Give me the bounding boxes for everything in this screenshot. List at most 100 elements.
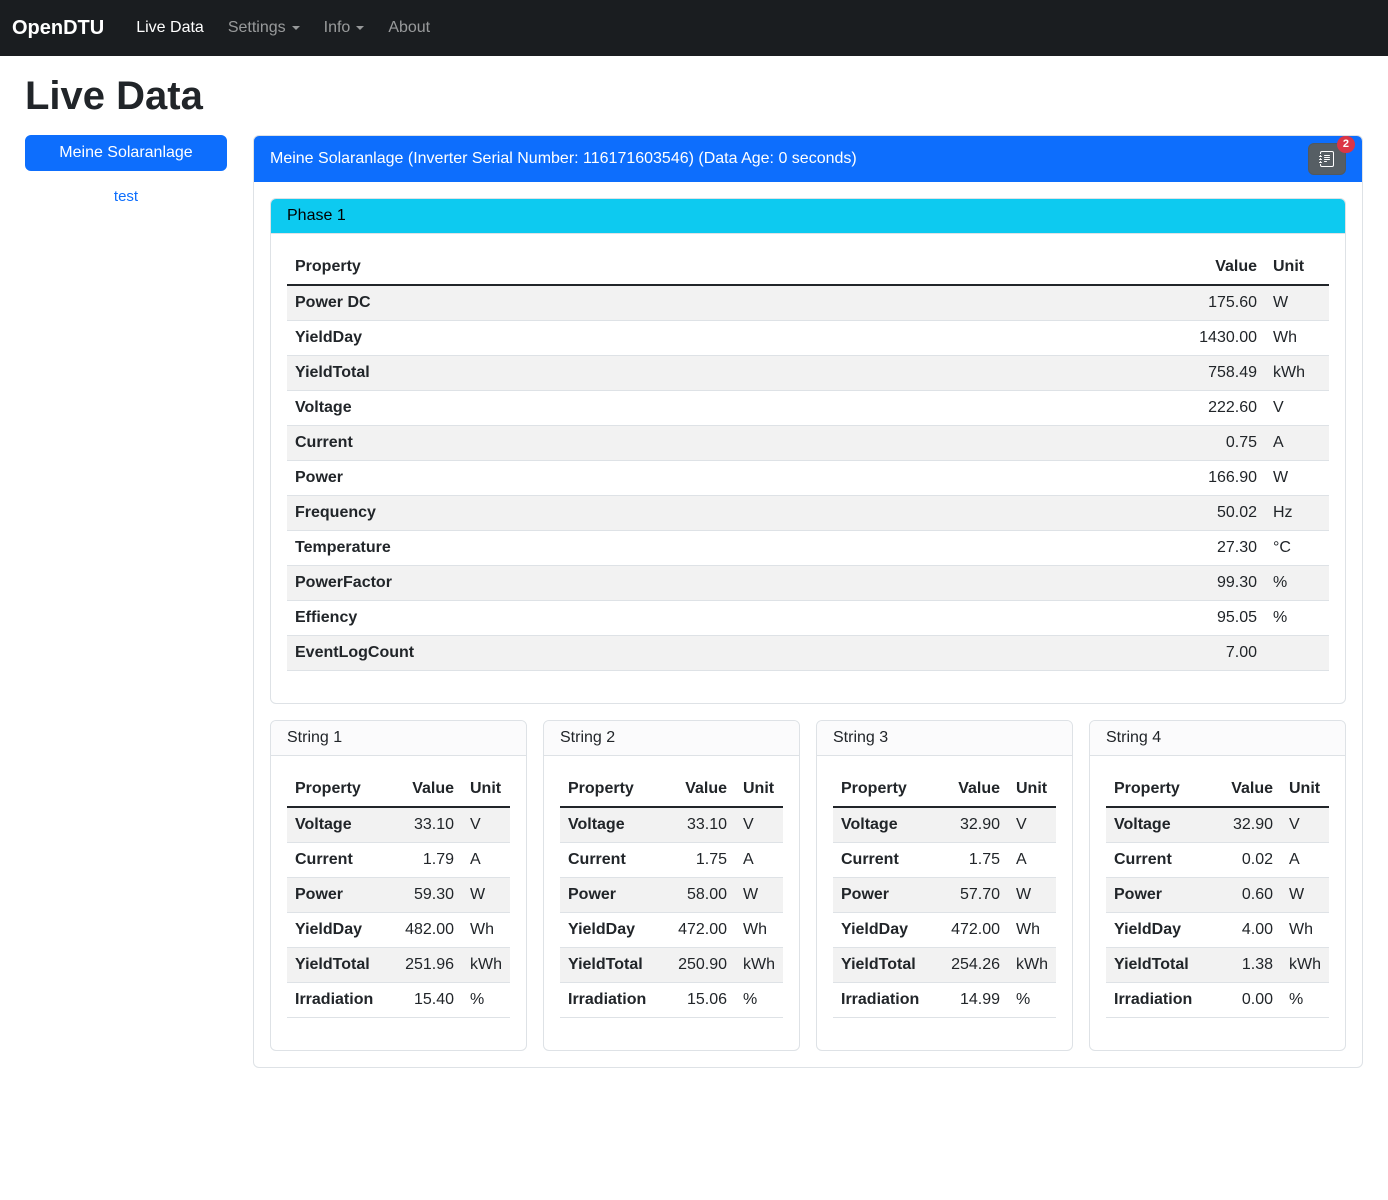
property-cell: YieldTotal (287, 948, 384, 983)
navbar: OpenDTU Live Data Settings Info About (0, 0, 1388, 56)
table-row: Irradiation 15.06 % (560, 983, 783, 1018)
page-container: Live Data Meine Solaranlage test Meine S… (0, 74, 1388, 1078)
string-card: String 2 Property Value Unit Voltage 33.… (543, 720, 800, 1051)
table-row: Current 1.75 A (560, 843, 783, 878)
page-title: Live Data (25, 74, 1363, 119)
value-cell: 250.90 (657, 948, 735, 983)
chevron-down-icon (292, 26, 300, 30)
table-row: YieldTotal 758.49 kWh (287, 356, 1329, 391)
table-row: Irradiation 14.99 % (833, 983, 1056, 1018)
value-cell: 1.38 (1203, 948, 1281, 983)
string-card: String 3 Property Value Unit Voltage 32.… (816, 720, 1073, 1051)
unit-cell: W (1265, 461, 1329, 496)
table-row: Temperature 27.30 °C (287, 531, 1329, 566)
nav-item-info[interactable]: Info (312, 11, 377, 45)
string-card: String 4 Property Value Unit Voltage 32.… (1089, 720, 1346, 1051)
table-row: Power DC 175.60 W (287, 285, 1329, 321)
property-cell: YieldDay (287, 321, 1125, 356)
string-card-body: Property Value Unit Voltage 32.90 V Curr… (1090, 756, 1345, 1050)
table-header-row: Property Value Unit (287, 772, 510, 807)
value-cell: 15.06 (657, 983, 735, 1018)
unit-cell: % (1265, 566, 1329, 601)
unit-cell: % (735, 983, 783, 1018)
value-cell: 0.60 (1203, 878, 1281, 913)
inverter-link-test[interactable]: test (114, 188, 138, 205)
value-cell: 482.00 (384, 913, 462, 948)
property-cell: Power (560, 878, 657, 913)
unit-cell: % (1281, 983, 1329, 1018)
table-row: EventLogCount 7.00 (287, 636, 1329, 671)
table-row: Voltage 32.90 V (1106, 807, 1329, 843)
navbar-menu: Live Data Settings Info About (124, 11, 442, 45)
property-cell: YieldTotal (560, 948, 657, 983)
column-header-unit: Unit (462, 772, 510, 807)
table-row: Current 0.02 A (1106, 843, 1329, 878)
table-row: Irradiation 15.40 % (287, 983, 510, 1018)
value-cell: 472.00 (657, 913, 735, 948)
unit-cell: Hz (1265, 496, 1329, 531)
column-header-value: Value (384, 772, 462, 807)
value-cell: 7.00 (1125, 636, 1265, 671)
table-row: Current 1.79 A (287, 843, 510, 878)
property-cell: YieldTotal (833, 948, 930, 983)
table-row: YieldDay 482.00 Wh (287, 913, 510, 948)
table-row: Power 166.90 W (287, 461, 1329, 496)
table-row: Irradiation 0.00 % (1106, 983, 1329, 1018)
column-header-unit: Unit (1008, 772, 1056, 807)
unit-cell: kWh (735, 948, 783, 983)
unit-cell: % (1265, 601, 1329, 636)
table-row: YieldTotal 251.96 kWh (287, 948, 510, 983)
unit-cell: kWh (1281, 948, 1329, 983)
inverter-select-button[interactable]: Meine Solaranlage (25, 135, 227, 171)
property-cell: Irradiation (1106, 983, 1203, 1018)
phase-card-body: Property Value Unit Power DC 175.60 W Yi… (271, 234, 1345, 703)
eventlog-count-badge: 2 (1337, 136, 1355, 153)
phase-card-title: Phase 1 (271, 199, 1345, 234)
unit-cell: kWh (1265, 356, 1329, 391)
column-header-value: Value (657, 772, 735, 807)
property-cell: Power DC (287, 285, 1125, 321)
value-cell: 758.49 (1125, 356, 1265, 391)
property-cell: Voltage (287, 807, 384, 843)
eventlog-button[interactable]: 2 (1308, 143, 1346, 175)
property-cell: EventLogCount (287, 636, 1125, 671)
app-brand[interactable]: OpenDTU (12, 17, 104, 40)
nav-item-live-data[interactable]: Live Data (124, 11, 216, 45)
string-card-title: String 4 (1090, 721, 1345, 756)
column-header-value: Value (1203, 772, 1281, 807)
property-cell: Frequency (287, 496, 1125, 531)
unit-cell: Wh (1281, 913, 1329, 948)
property-cell: Voltage (833, 807, 930, 843)
value-cell: 33.10 (657, 807, 735, 843)
unit-cell: A (735, 843, 783, 878)
value-cell: 251.96 (384, 948, 462, 983)
value-cell: 1.79 (384, 843, 462, 878)
nav-item-about[interactable]: About (376, 11, 442, 45)
property-cell: Irradiation (833, 983, 930, 1018)
unit-cell: Wh (1265, 321, 1329, 356)
unit-cell: W (1008, 878, 1056, 913)
property-cell: Irradiation (560, 983, 657, 1018)
table-header-row: Property Value Unit (560, 772, 783, 807)
property-cell: Voltage (1106, 807, 1203, 843)
column-header-property: Property (287, 772, 384, 807)
table-row: Power 0.60 W (1106, 878, 1329, 913)
table-row: PowerFactor 99.30 % (287, 566, 1329, 601)
table-header-row: Property Value Unit (833, 772, 1056, 807)
string-card-body: Property Value Unit Voltage 33.10 V Curr… (544, 756, 799, 1050)
value-cell: 222.60 (1125, 391, 1265, 426)
unit-cell: Wh (735, 913, 783, 948)
table-header-row: Property Value Unit (287, 250, 1329, 285)
value-cell: 27.30 (1125, 531, 1265, 566)
table-row: YieldTotal 1.38 kWh (1106, 948, 1329, 983)
nav-item-settings[interactable]: Settings (216, 11, 312, 45)
string-card-body: Property Value Unit Voltage 33.10 V Curr… (271, 756, 526, 1050)
main-content: Meine Solaranlage (Inverter Serial Numbe… (253, 135, 1363, 1068)
unit-cell: A (462, 843, 510, 878)
column-header-value: Value (1125, 250, 1265, 285)
property-cell: Power (833, 878, 930, 913)
property-cell: YieldDay (560, 913, 657, 948)
string-table: Property Value Unit Voltage 32.90 V Curr… (1106, 772, 1329, 1018)
inverter-card-header: Meine Solaranlage (Inverter Serial Numbe… (254, 136, 1362, 182)
unit-cell: A (1008, 843, 1056, 878)
